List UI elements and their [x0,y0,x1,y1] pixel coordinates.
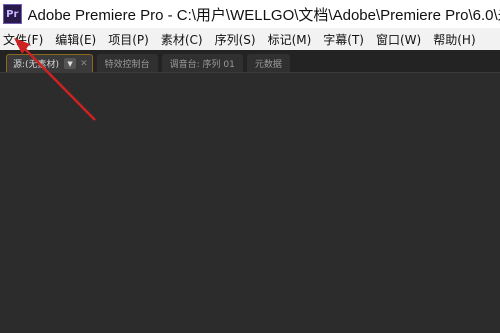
menu-title[interactable]: 字幕(T) [319,31,368,48]
menu-edit[interactable]: 编辑(E) [51,31,100,48]
tab-audio-mixer-label: 调音台: 序列 01 [169,59,235,70]
menu-clip[interactable]: 素材(C) [157,31,207,48]
close-icon[interactable]: ✕ [80,59,88,69]
tab-audio-mixer[interactable]: 调音台: 序列 01 [161,54,243,72]
tab-effect-controls[interactable]: 特效控制台 [96,54,158,72]
menu-bar: 文件(F) 编辑(E) 项目(P) 素材(C) 序列(S) 标记(M) 字幕(T… [0,28,500,50]
menu-file[interactable]: 文件(F) [0,31,47,48]
menu-sequence[interactable]: 序列(S) [211,31,260,48]
tab-source-label: 源:(无素材) [13,60,60,70]
tab-source[interactable]: 源:(无素材) ▼ ✕ [6,54,93,72]
premiere-app-icon[interactable]: Pr [3,4,22,24]
panel-tab-row: 源:(无素材) ▼ ✕ 特效控制台 调音台: 序列 01 元数据 [0,50,500,72]
source-monitor-panel [0,72,500,333]
dropdown-icon[interactable]: ▼ [64,58,77,69]
menu-marker[interactable]: 标记(M) [264,31,316,48]
tab-metadata[interactable]: 元数据 [246,54,290,72]
menu-window[interactable]: 窗口(W) [372,31,425,48]
menu-project[interactable]: 项目(P) [104,31,153,48]
window-title: Adobe Premiere Pro - C:\用户\WELLGO\文档\Ado… [27,6,500,24]
menu-help[interactable]: 帮助(H) [429,31,479,48]
title-bar: Pr Adobe Premiere Pro - C:\用户\WELLGO\文档\… [0,0,500,28]
tab-effect-controls-label: 特效控制台 [104,59,150,70]
tab-metadata-label: 元数据 [254,59,282,70]
